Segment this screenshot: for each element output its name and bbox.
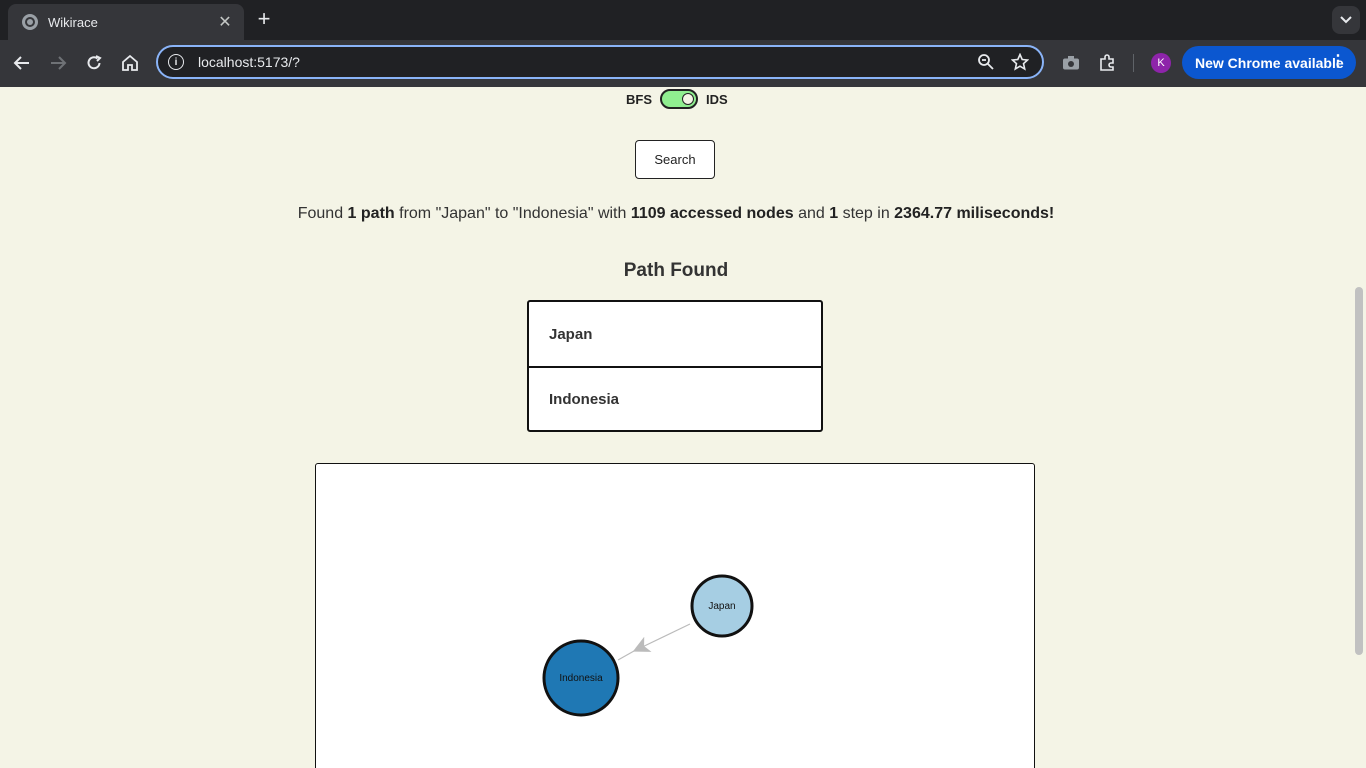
bfs-label: BFS bbox=[626, 91, 652, 107]
info-icon[interactable]: i bbox=[168, 54, 184, 70]
url-text[interactable]: localhost:5173/? bbox=[198, 54, 962, 70]
graph-edge bbox=[632, 623, 691, 652]
result-summary: Found 1 path from "Japan" to "Indonesia"… bbox=[0, 205, 1352, 223]
home-icon bbox=[122, 54, 138, 71]
node-label-japan: Japan bbox=[708, 601, 735, 612]
path-item-japan[interactable]: Japan bbox=[529, 302, 821, 366]
path-count: 1 path bbox=[347, 205, 395, 222]
address-bar[interactable]: i localhost:5173/? bbox=[156, 45, 1044, 79]
new-chrome-available-button[interactable]: New Chrome available ⋮ bbox=[1182, 46, 1356, 79]
graph-edge-tail bbox=[617, 650, 635, 661]
more-vert-icon[interactable]: ⋮ bbox=[1330, 53, 1346, 71]
graph-canvas[interactable]: Japan Indonesia bbox=[316, 464, 1034, 768]
path-item-indonesia[interactable]: Indonesia bbox=[529, 366, 821, 430]
avatar[interactable]: K bbox=[1151, 53, 1171, 73]
ids-label: IDS bbox=[706, 91, 728, 107]
close-icon[interactable]: ✕ bbox=[216, 13, 234, 31]
graph-node-indonesia[interactable]: Indonesia bbox=[542, 639, 620, 717]
globe-icon bbox=[22, 14, 38, 30]
arrow-right-icon bbox=[51, 56, 67, 70]
toggle-knob bbox=[682, 93, 694, 105]
node-label-indonesia: Indonesia bbox=[559, 673, 603, 684]
accessed-nodes-count: 1109 accessed nodes bbox=[630, 205, 794, 222]
path-graph[interactable]: Japan Indonesia bbox=[315, 463, 1035, 768]
update-label: New Chrome available bbox=[1195, 54, 1344, 71]
result-text-4: step in bbox=[838, 205, 895, 222]
graph-node-japan[interactable]: Japan bbox=[690, 574, 754, 638]
toolbar-divider bbox=[1133, 54, 1134, 72]
step-count: 1 bbox=[829, 205, 839, 222]
tab-title: Wikirace bbox=[48, 14, 98, 30]
reload-icon bbox=[87, 55, 102, 70]
star-icon[interactable] bbox=[1010, 52, 1030, 72]
browser-tab[interactable]: Wikirace ✕ bbox=[8, 4, 244, 40]
zoom-icon[interactable] bbox=[976, 52, 996, 72]
arrow-left-icon bbox=[13, 56, 29, 70]
path-list: Japan Indonesia bbox=[527, 300, 823, 432]
page-content: BFS IDS Search Found 1 path from "Japan"… bbox=[0, 87, 1366, 768]
forward-button[interactable] bbox=[46, 51, 70, 75]
result-text-3: and bbox=[793, 205, 830, 222]
search-button[interactable]: Search bbox=[635, 140, 715, 179]
chevron-down-icon bbox=[1340, 16, 1352, 24]
extensions-icon[interactable] bbox=[1096, 52, 1118, 74]
new-tab-button[interactable]: + bbox=[252, 8, 276, 32]
home-button[interactable] bbox=[118, 51, 142, 75]
elapsed-time: 2364.77 miliseconds! bbox=[894, 205, 1055, 222]
algorithm-toggle-row: BFS IDS bbox=[626, 89, 728, 109]
result-text-2: from "Japan" to "Indonesia" with bbox=[394, 205, 631, 222]
browser-tab-bar: Wikirace ✕ + bbox=[0, 0, 1366, 40]
tab-search-button[interactable] bbox=[1332, 6, 1360, 34]
camera-icon[interactable] bbox=[1060, 52, 1082, 74]
scrollbar-thumb[interactable] bbox=[1355, 287, 1363, 655]
reload-button[interactable] bbox=[82, 51, 106, 75]
path-found-title: Path Found bbox=[623, 260, 729, 281]
algorithm-toggle[interactable] bbox=[660, 89, 698, 109]
page-scrollbar[interactable] bbox=[1352, 87, 1366, 768]
result-text-1: Found bbox=[297, 205, 348, 222]
back-button[interactable] bbox=[10, 51, 34, 75]
